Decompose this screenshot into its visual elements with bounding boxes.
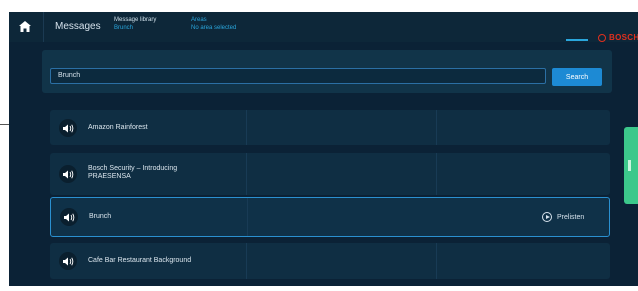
search-input[interactable]: Brunch xyxy=(50,68,546,84)
breadcrumb-value: Brunch xyxy=(114,25,134,31)
breadcrumb-message-library[interactable]: Message library Brunch xyxy=(114,16,156,32)
top-bar: Messages Message library Brunch Areas No… xyxy=(9,12,638,42)
speaker-icon[interactable] xyxy=(60,208,78,226)
message-name: Amazon Rainforest xyxy=(88,124,148,131)
tab-messages[interactable]: Messages xyxy=(55,21,101,32)
breadcrumb-areas[interactable]: Areas No area selected xyxy=(191,16,236,32)
speaker-icon[interactable] xyxy=(59,252,77,270)
breadcrumb-title: Areas xyxy=(191,17,207,23)
message-name: Cafe Bar Restaurant Background xyxy=(88,257,192,264)
search-button[interactable]: Search xyxy=(552,68,602,86)
message-name: Bosch Security – Introducing PRAESENSA xyxy=(88,165,178,180)
speaker-icon[interactable] xyxy=(59,119,77,137)
message-name: Brunch xyxy=(89,213,112,220)
speaker-icon[interactable] xyxy=(59,165,77,183)
column-divider xyxy=(436,243,437,279)
brand-text: BOSCH xyxy=(609,33,638,42)
breadcrumb-value: No area selected xyxy=(191,25,237,31)
home-icon[interactable] xyxy=(17,18,33,34)
column-divider xyxy=(247,198,248,236)
brand-accent-line xyxy=(566,39,588,41)
column-divider xyxy=(246,110,247,145)
screenshot-margin xyxy=(362,0,638,12)
column-divider xyxy=(246,243,247,279)
bosch-logo-icon xyxy=(598,33,606,42)
breadcrumb-title: Message library xyxy=(114,17,157,23)
list-item[interactable]: Bosch Security – Introducing PRAESENSA xyxy=(50,153,610,195)
topbar-divider xyxy=(43,12,44,42)
list-item[interactable]: Amazon Rainforest xyxy=(50,110,610,145)
list-item[interactable]: Cafe Bar Restaurant Background xyxy=(50,243,610,279)
column-divider xyxy=(436,110,437,145)
prelisten-label: Prelisten xyxy=(557,213,585,221)
side-panel-tab[interactable] xyxy=(624,127,638,204)
list-item-selected[interactable]: Brunch Prelisten xyxy=(50,197,610,237)
column-divider xyxy=(436,153,437,195)
column-divider xyxy=(246,153,247,195)
prelisten-button[interactable]: Prelisten xyxy=(542,212,584,222)
brand-logo: BOSCH xyxy=(598,33,638,42)
play-circle-icon xyxy=(542,212,552,222)
side-tab-mark xyxy=(628,160,631,171)
